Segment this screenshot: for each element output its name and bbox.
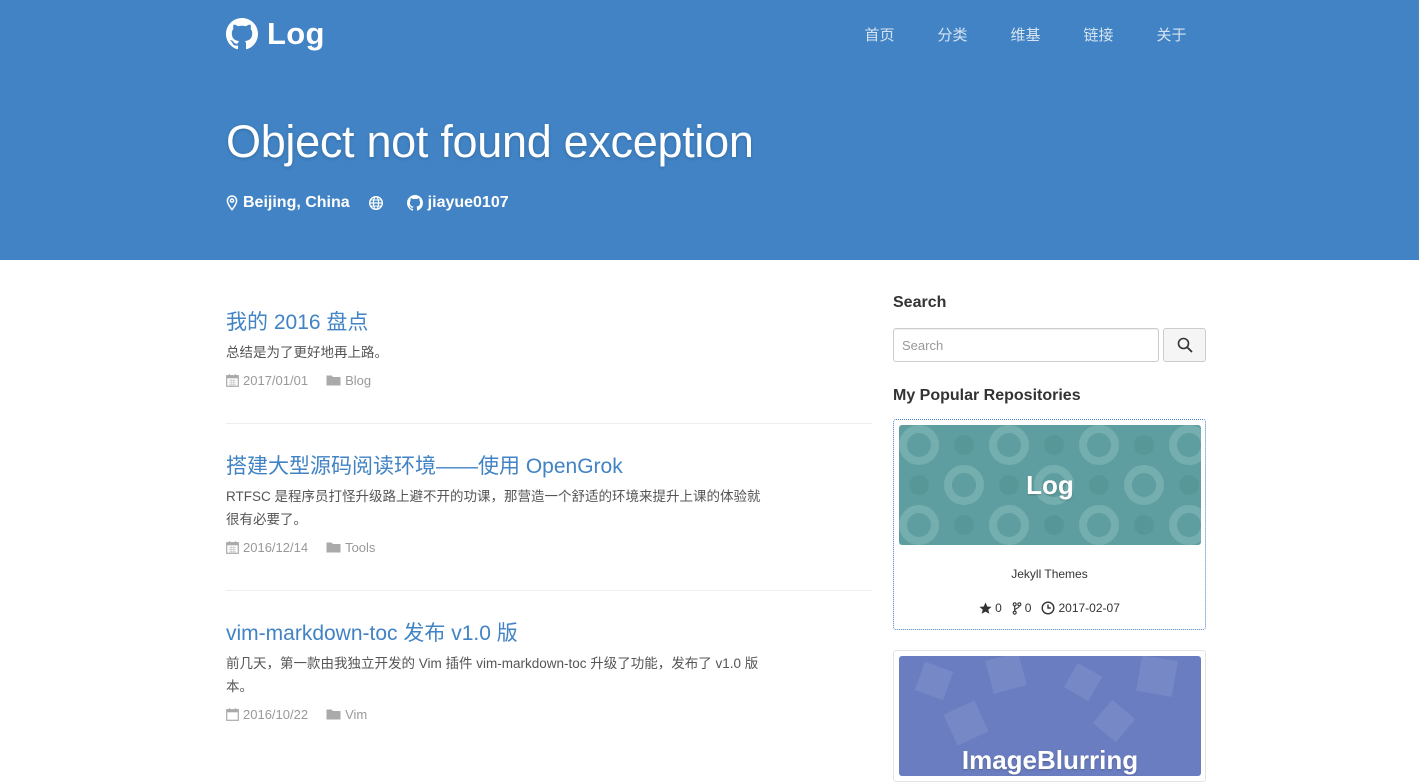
- post-item: 搭建大型源码阅读环境——使用 OpenGrok RTFSC 是程序员打怪升级路上…: [226, 424, 872, 591]
- github-profile-link[interactable]: jiayue0107: [406, 194, 509, 212]
- folder-icon: [326, 375, 341, 386]
- calendar-icon: [226, 540, 239, 554]
- post-category[interactable]: Vim: [326, 707, 367, 722]
- map-marker-icon: [226, 195, 238, 211]
- search-button[interactable]: [1163, 328, 1206, 362]
- folder-icon: [326, 709, 341, 720]
- post-meta: 2017/01/01 Blog: [226, 370, 872, 390]
- post-meta: 2016/12/14 Tools: [226, 537, 872, 557]
- search-form: [893, 328, 1206, 362]
- globe-icon: [368, 195, 383, 211]
- site-header: Log 首页 分类 维基 链接 关于 Object not found exce…: [0, 0, 1419, 260]
- repo-description: Jekyll Themes: [1011, 567, 1088, 581]
- nav-item-categories[interactable]: 分类: [916, 26, 989, 46]
- post-category[interactable]: Tools: [326, 540, 375, 555]
- post-date: 2017/01/01: [226, 373, 308, 388]
- search-input[interactable]: [893, 328, 1159, 362]
- repo-card[interactable]: ImageBlurring: [893, 650, 1206, 782]
- post-date: 2016/12/14: [226, 540, 308, 555]
- repo-name: Log: [1026, 469, 1074, 500]
- repo-banner: ImageBlurring: [899, 656, 1201, 776]
- post-excerpt: RTFSC 是程序员打怪升级路上避不开的功课，那营造一个舒适的环境来提升上课的体…: [226, 489, 761, 527]
- github-icon: [226, 18, 258, 50]
- fork-icon: [1012, 601, 1022, 615]
- repo-banner: Log: [899, 425, 1201, 545]
- nav-item-about[interactable]: 关于: [1135, 26, 1208, 46]
- post-title-link[interactable]: vim-markdown-toc 发布 v1.0 版: [226, 621, 872, 647]
- post-item: vim-markdown-toc 发布 v1.0 版 前几天，第一款由我独立开发…: [226, 591, 872, 761]
- post-title-link[interactable]: 搭建大型源码阅读环境——使用 OpenGrok: [226, 454, 872, 480]
- repo-name: ImageBlurring: [961, 745, 1139, 775]
- location: Beijing, China: [226, 194, 350, 212]
- repo-card[interactable]: Log Jekyll Themes 0 0 2017-02-07: [893, 419, 1206, 630]
- nav-item-wiki[interactable]: 维基: [989, 26, 1062, 46]
- main-nav: 首页 分类 维基 链接 关于: [843, 26, 1208, 46]
- calendar-icon: [226, 707, 239, 721]
- post-category[interactable]: Blog: [326, 373, 371, 388]
- post-meta: 2016/10/22 Vim: [226, 704, 872, 724]
- post-item: 我的 2016 盘点 总结是为了更好地再上路。 2017/01/01 Blog: [226, 300, 872, 424]
- repo-stats: 0 0 2017-02-07: [899, 601, 1200, 615]
- page-title: Object not found exception: [226, 116, 754, 167]
- post-list: 我的 2016 盘点 总结是为了更好地再上路。 2017/01/01 Blog: [226, 300, 872, 761]
- repos-heading: My Popular Repositories: [893, 387, 1081, 404]
- nav-item-home[interactable]: 首页: [843, 26, 916, 46]
- brand-link[interactable]: Log: [226, 16, 325, 52]
- post-date: 2016/10/22: [226, 707, 308, 722]
- post-title-link[interactable]: 我的 2016 盘点: [226, 310, 872, 336]
- repo-updated: 2017-02-07: [1041, 601, 1120, 615]
- post-excerpt: 总结是为了更好地再上路。: [226, 345, 388, 360]
- search-icon: [1177, 337, 1192, 353]
- search-heading: Search: [893, 294, 947, 311]
- profile-meta: Beijing, China jiayue0107: [226, 194, 527, 212]
- website-link[interactable]: [368, 195, 389, 211]
- repo-stars: 0: [979, 601, 1002, 615]
- nav-item-links[interactable]: 链接: [1062, 26, 1135, 46]
- github-username: jiayue0107: [427, 194, 509, 211]
- star-icon: [979, 601, 992, 614]
- post-excerpt: 前几天，第一款由我独立开发的 Vim 插件 vim-markdown-toc 升…: [226, 656, 759, 694]
- folder-icon: [326, 542, 341, 553]
- clock-icon: [1041, 601, 1055, 615]
- sidebar: Search My Popular Repositories: [893, 293, 1206, 782]
- calendar-icon: [226, 373, 239, 387]
- location-text: Beijing, China: [243, 194, 350, 211]
- brand-name: Log: [267, 16, 325, 51]
- repo-forks: 0: [1012, 601, 1031, 615]
- github-icon: [406, 195, 423, 211]
